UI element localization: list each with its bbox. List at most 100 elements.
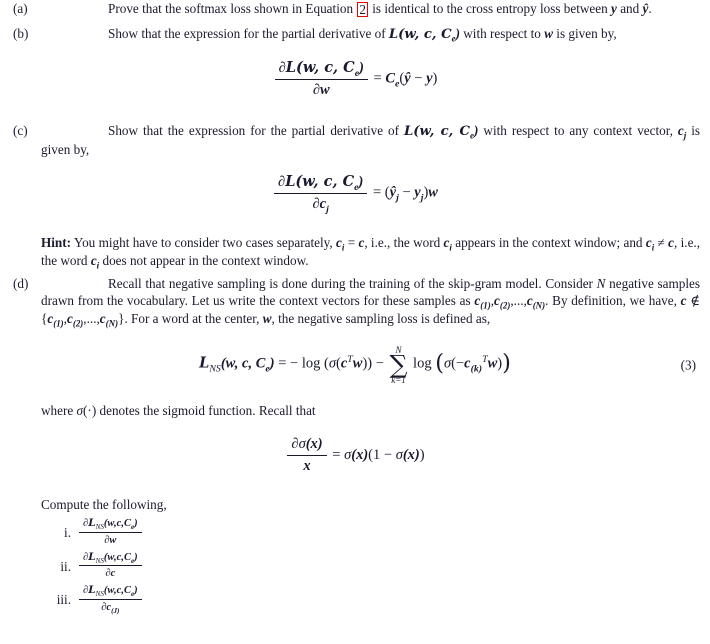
equation-3-lhs-args: (w, c, C (220, 355, 266, 372)
equation-sigmoid-inner: ∂σ(x) x = σ(x)(1 − σ(x)) (285, 435, 425, 476)
var-c-sub-2: (2) (72, 318, 84, 329)
question-c-loss-symbol: L(w, c, Ce) (404, 123, 479, 140)
hint-neq-sign: ≠ (657, 235, 665, 251)
question-d-text-3: . By definition, we have, (545, 293, 677, 309)
equation-3-log-2: log (413, 355, 432, 372)
question-a-conjunction: and (620, 1, 640, 16)
equation-3-tall-paren-open: ( (435, 349, 444, 376)
compute-numerator-iii: ∂LNS(w,c,Ce) (79, 584, 142, 601)
equation-3-tall-paren-close: ) (502, 349, 511, 376)
loss-args: (w,c,C (103, 585, 131, 597)
var-c-sub-1: (1) (53, 318, 64, 329)
question-list: (a) Prove that the softmax loss shown in… (0, 0, 710, 615)
sigmoid-note-paragraph: where σ(·) denotes the sigmoid function.… (0, 402, 710, 419)
sigmoid-note-text-2: denotes the sigmoid function. Recall tha… (99, 402, 316, 418)
loss-L-b: L(w, c, C (388, 27, 452, 43)
loss-sub-NS: NS (95, 590, 104, 599)
compute-fraction-iii: ∂LNS(w,c,Ce) ∂c(J) (79, 584, 142, 615)
denominator-var: w (109, 534, 117, 546)
equation-3-neg: − (455, 355, 465, 372)
loss-sub-NS: NS (95, 556, 104, 565)
sigma-summation-symbol: ∑ (389, 350, 408, 380)
denominator-sub: (J) (111, 607, 120, 616)
equation-3-minus-1: − (290, 355, 299, 372)
equation-2-link-label: 2 (359, 2, 366, 17)
equation-3-lhs-NS: NS (209, 363, 221, 375)
equation-2-link[interactable]: 2 (357, 2, 368, 18)
var-c-sub-1: (1) (480, 301, 491, 312)
compute-heading: Compute the following, (41, 497, 167, 513)
question-b-text-3: is given by, (556, 26, 617, 42)
question-d-text-1: Recall that negative sampling is done du… (108, 276, 593, 292)
compute-list: i. ∂LNS(w,c,Ce) ∂w ii. ∂LNS(w,c,Ce) ∂c i… (0, 517, 710, 615)
equation-c-rhs-yhat-sub: j (396, 192, 399, 204)
question-c-var-cj: cj (678, 123, 686, 140)
denominator-var-x: x (303, 458, 311, 475)
question-b-loss-symbol: L(w, c, Ce) (388, 26, 460, 43)
sum-lower-limit: k=1 (391, 374, 406, 385)
compute-denominator-iii: ∂c(J) (79, 600, 142, 615)
equation-b-equals: = (373, 70, 382, 87)
hint-title: Hint: (41, 235, 72, 251)
equation-3-equals: = (278, 355, 287, 372)
question-label-b: (b) (13, 26, 29, 42)
var-c-sub-N: (N) (105, 318, 119, 329)
denominator-var-w: w (320, 81, 330, 98)
compute-list-item-i: i. ∂LNS(w,c,Ce) ∂w (41, 517, 710, 548)
equation-3-paren-close-1: )) (362, 355, 373, 372)
loss-close-c: ) (474, 123, 479, 139)
hint-ci-1: ci (336, 235, 345, 253)
sigmoid-note-dot-arg: (·) (83, 402, 97, 418)
denominator-sub-j: j (326, 203, 329, 215)
compute-fraction-i: ∂LNS(w,c,Ce) ∂w (79, 517, 142, 548)
var-c-sub-N: (N) (532, 301, 546, 312)
partial-symbol: ∂ (312, 196, 320, 213)
equation-c-rhs-w: w (428, 184, 438, 201)
var-c-sub-i: i (96, 260, 100, 271)
question-b-var-w: w (544, 26, 553, 42)
question-a-text-after-ref: is identical to the cross entropy loss b… (372, 1, 608, 16)
ellipsis: ,..., (510, 293, 527, 309)
loss-L-c: L(w, c, C (404, 124, 471, 140)
question-d-text-5: , the negative sampling loss is defined … (271, 310, 491, 326)
loss-close: ) (358, 173, 364, 190)
question-item-c: (c) Show that the expression for the par… (0, 122, 710, 158)
equation-3-minus-2: − (375, 355, 384, 372)
compute-numerator-i: ∂LNS(w,c,Ce) (79, 517, 142, 533)
equation-b-rhs-close: ) (432, 70, 438, 87)
compute-list-item-iii: iii. ∂LNS(w,c,Ce) ∂c(J) (41, 584, 710, 615)
hint-text-1: You might have to consider two cases sep… (73, 235, 333, 251)
loss-args: L(w, c, C (285, 58, 355, 76)
sigma-symbol: σ (298, 436, 306, 453)
equation-c-partial-cj: ∂L(w, c, Ce) ∂cj = (ŷj − yj)w (0, 172, 710, 214)
question-c-text-2: with respect to any context vector, (483, 123, 673, 139)
question-body-c: Show that the expression for the partial… (41, 122, 710, 158)
loss-close-b: ) (455, 26, 460, 42)
equation-c-rhs-minus: − (402, 184, 411, 201)
equation-b-fraction: ∂L(w, c, Ce) ∂w (274, 58, 368, 100)
question-d-context-vectors: c(1),c(2),...,c(N) (474, 293, 546, 312)
hint-paragraph: Hint: You might have to consider two cas… (0, 234, 710, 271)
question-b-text-1: Show that the expression for the partial… (108, 26, 386, 42)
equation-c-numerator: ∂L(w, c, Ce) (274, 172, 368, 195)
compute-denominator-i: ∂w (79, 533, 142, 548)
compute-denominator-ii: ∂c (79, 566, 142, 581)
hint-eq-sign: = (347, 235, 356, 251)
equation-sigmoid-rhs-close: ) (419, 447, 425, 464)
loss-args-close: ) (134, 517, 138, 529)
question-d-notin: ∉ (690, 293, 701, 309)
question-label-d: (d) (13, 276, 29, 292)
question-a-period: . (648, 1, 652, 16)
equation-3-ck-sub: (k) (470, 363, 483, 375)
equation-sigmoid-fraction: ∂σ(x) x (287, 435, 327, 476)
equation-b-rhs-minus: − (414, 70, 423, 87)
hint-ci-4: ci (91, 253, 100, 271)
equation-3-lhs-args-close: ) (269, 355, 275, 372)
equation-c-inner: ∂L(w, c, Ce) ∂cj = (ŷj − yj)w (272, 172, 438, 214)
equation-b-numerator: ∂L(w, c, Ce) (274, 58, 368, 80)
var-c-sub-i: i (341, 242, 345, 253)
